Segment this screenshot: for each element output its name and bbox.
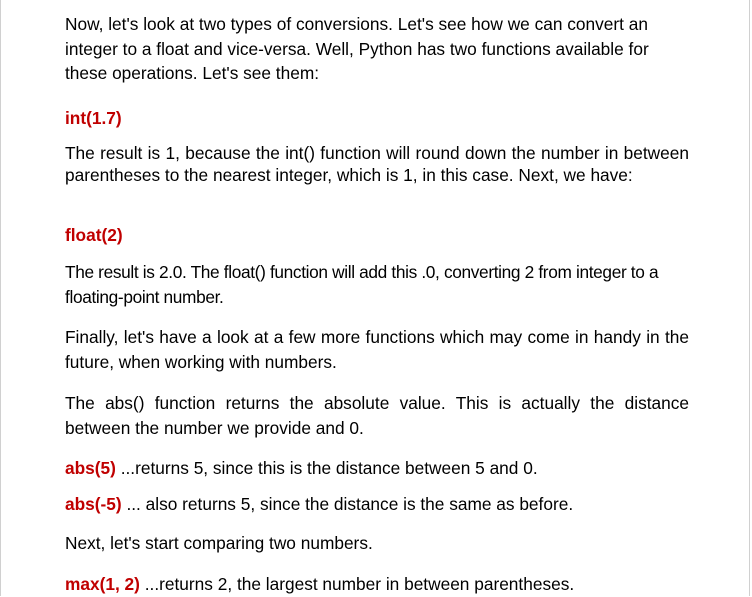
paragraph-conversions-intro: Now, let's look at two types of conversi… bbox=[65, 14, 649, 83]
code-abs-positive: abs(5) bbox=[65, 458, 116, 478]
line-abs-negative: abs(-5) ... also returns 5, since the di… bbox=[65, 492, 689, 517]
code-int-example: int(1.7) bbox=[65, 108, 122, 128]
text-max-example: ...returns 2, the largest number in betw… bbox=[139, 574, 575, 594]
text-abs-negative: ... also returns 5, since the distance i… bbox=[121, 494, 574, 514]
paragraph-more-functions: Finally, let's have a look at a few more… bbox=[65, 327, 689, 372]
code-abs-negative: abs(-5) bbox=[65, 494, 122, 514]
paragraph-abs-description: The abs() function returns the absolute … bbox=[65, 393, 689, 438]
line-max-example: max(1, 2) ...returns 2, the largest numb… bbox=[65, 572, 689, 597]
paragraph-int-result: The result is 1, because the int() funct… bbox=[65, 143, 689, 185]
document-page: Now, let's look at two types of conversi… bbox=[0, 0, 750, 596]
paragraph-float-result: The result is 2.0. The float() function … bbox=[65, 262, 659, 307]
paragraph-comparing: Next, let's start comparing two numbers. bbox=[65, 533, 373, 553]
code-max-example: max(1, 2) bbox=[65, 574, 140, 594]
line-abs-positive: abs(5) ...returns 5, since this is the d… bbox=[65, 456, 689, 481]
code-float-example: float(2) bbox=[65, 225, 123, 245]
text-abs-positive: ...returns 5, since this is the distance… bbox=[115, 458, 538, 478]
